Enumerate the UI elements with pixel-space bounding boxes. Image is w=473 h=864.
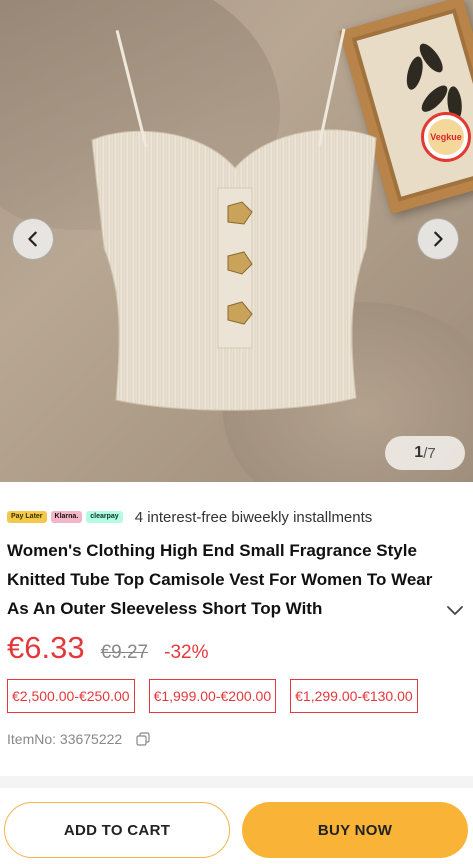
add-to-cart-button[interactable]: ADD TO CART	[4, 802, 230, 858]
product-title: Women's Clothing High End Small Fragranc…	[7, 541, 433, 618]
coupon-tag[interactable]: €1,299.00-€130.00	[290, 679, 418, 713]
item-number: ItemNo: 33675222	[7, 731, 150, 747]
brand-badge-text: Vegkue	[428, 119, 464, 155]
brand-badge: Vegkue	[421, 112, 471, 162]
clearpay-logo: clearpay	[86, 511, 123, 523]
bottom-action-bar: ADD TO CART BUY NOW	[0, 792, 473, 864]
product-image-gallery[interactable]: Vegkue 1 /7	[0, 0, 473, 482]
gallery-current-index: 1	[414, 444, 424, 461]
gallery-next-button[interactable]	[417, 218, 459, 260]
coupon-tag[interactable]: €2,500.00-€250.00	[7, 679, 135, 713]
chevron-right-icon	[434, 231, 443, 247]
klarna-logo: Klarna.	[50, 511, 83, 523]
gallery-prev-button[interactable]	[12, 218, 54, 260]
current-price: €6.33	[7, 630, 85, 665]
product-photo	[90, 28, 380, 412]
item-number-text: ItemNo: 33675222	[7, 731, 123, 747]
installments-text: 4 interest-free biweekly installments	[134, 508, 373, 526]
price-row: €6.33 €9.27 -32%	[7, 630, 208, 666]
chevron-down-icon[interactable]	[445, 600, 465, 620]
installments-row[interactable]: Pay Later Klarna. clearpay 4 interest-fr…	[7, 506, 372, 528]
gallery-total: /7	[423, 444, 436, 462]
original-price: €9.27	[100, 642, 149, 663]
copy-icon[interactable]	[136, 732, 150, 746]
section-divider	[0, 776, 473, 788]
gallery-counter: 1 /7	[385, 436, 465, 470]
discount-percent: -32%	[164, 642, 209, 663]
coupon-tag[interactable]: €1,999.00-€200.00	[148, 679, 277, 713]
buy-now-button[interactable]: BUY NOW	[242, 802, 468, 858]
chevron-left-icon	[28, 231, 37, 247]
paylater-logo: Pay Later	[7, 511, 47, 523]
coupon-list: €2,500.00-€250.00 €1,999.00-€200.00 €1,2…	[7, 679, 418, 713]
